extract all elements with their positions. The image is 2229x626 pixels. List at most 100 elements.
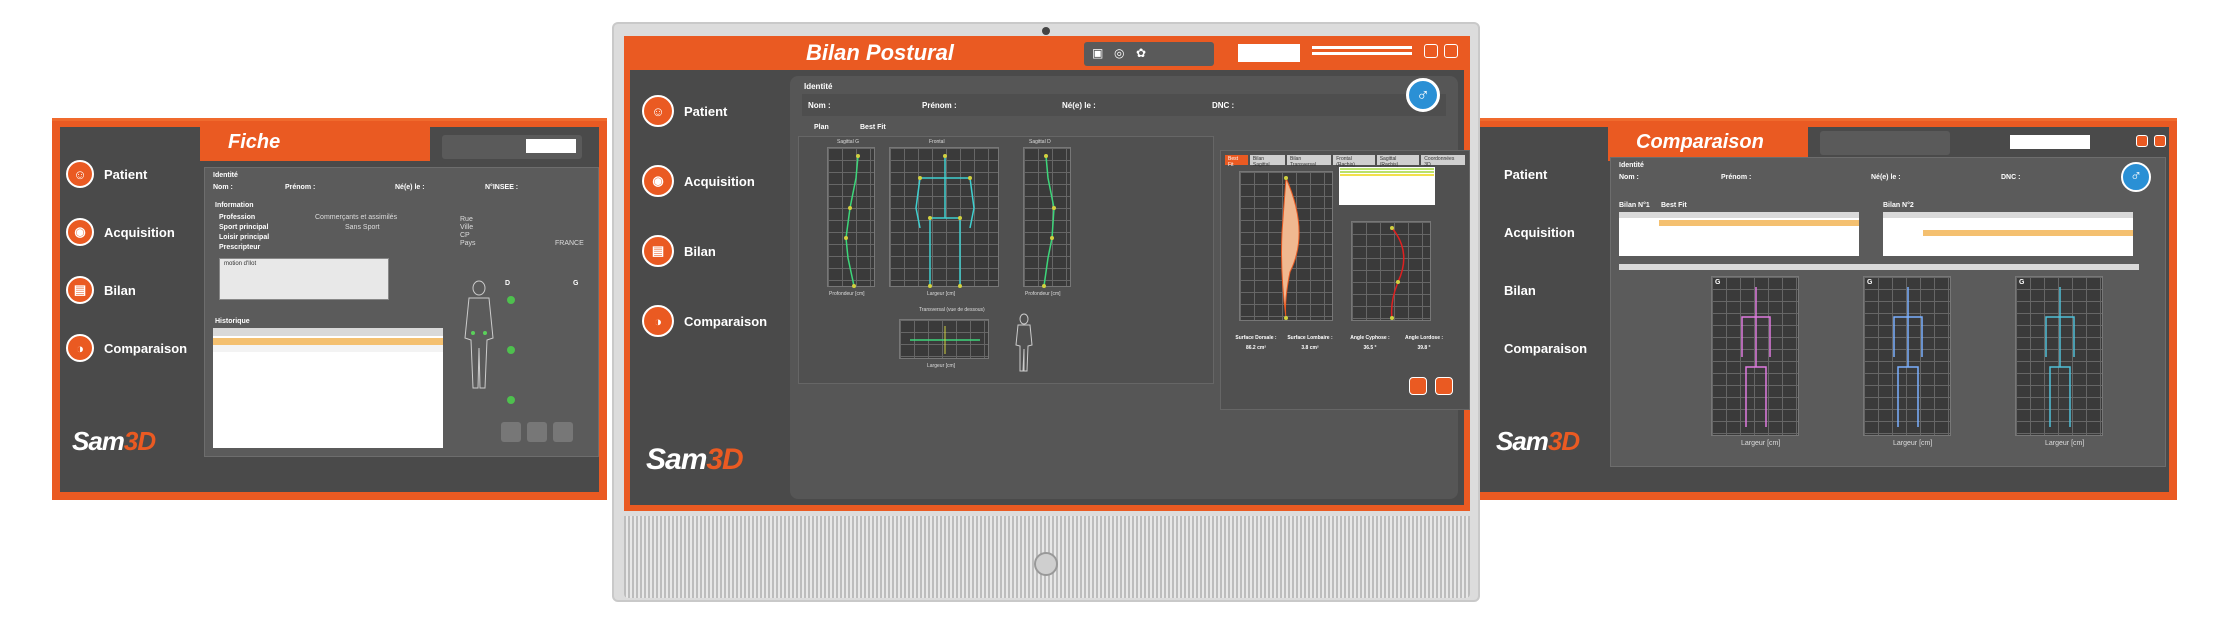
posture-plots: Sagittal G Frontal Sagittal D Profondeur [798,136,1214,384]
center-nav-patient[interactable]: ☺ Patient [634,76,786,146]
history-header [213,328,443,336]
legend-box [1339,167,1435,205]
export-button[interactable] [1435,377,1453,395]
comparison-tabs[interactable] [1619,264,2139,270]
gender-male-icon[interactable]: ♂ [1406,78,1440,112]
right-search-box[interactable] [2010,135,2090,149]
nom-label: Nom : [213,184,233,191]
center-nav-acquisition[interactable]: ◉ Acquisition [634,146,786,216]
center-logo: Sam3D [646,443,744,476]
nav-label: Comparaison [104,340,188,356]
bilan1-table[interactable] [1619,212,1859,256]
history-row-selected[interactable] [213,338,443,345]
bilan2-table[interactable] [1883,212,2133,256]
nav-label: Acquisition [104,224,175,240]
patient-icon: ☺ [642,95,674,127]
right-nav-acquisition[interactable]: Acquisition [1486,203,1606,261]
right-nav-comparaison[interactable]: Comparaison [1486,319,1606,377]
surface-lombaire-value: 3.8 cm² [1301,345,1319,351]
history-table[interactable] [213,328,443,448]
gender-male-icon[interactable]: ♂ [2121,162,2151,192]
spine-analysis: Best Fit Bilan Sagittal Bilan Transversa… [1220,150,1470,410]
center-search-box[interactable] [1238,44,1300,62]
identity-bar: Nom : Prénom : Né(e) le : DNC : [802,94,1446,116]
action-button[interactable] [527,422,547,442]
status-led [507,346,515,354]
print-button[interactable] [1409,377,1427,395]
right-title: Comparaison [1608,127,1808,161]
bestfit-checkbox[interactable]: Best Fit [860,124,886,131]
d-label: D [505,280,511,287]
xlabel: Largeur [cm] [1741,440,1781,447]
prescripteur-label: Prescripteur [219,244,261,251]
left-sidebar: ☺ Patient ◉ Acquisition ▤ Bilan ◑ Comparaiso… [66,145,198,474]
bilan2-label: Bilan N°2 [1883,202,1914,209]
network-icon: ▣ [1092,46,1104,60]
patient-icon: ☺ [66,160,94,188]
left-nav-acquisition[interactable]: ◉ Acquisition [66,203,198,261]
left-nav-comparaison[interactable]: ◑ Comparaison [66,319,198,377]
xlabel: Largeur [cm] [1893,440,1933,447]
nav-label: Bilan [104,282,136,298]
motif-text: motion d'Ilot [224,261,257,267]
plan-tab[interactable]: Plan [814,124,829,131]
sagittal-right-plot [1023,147,1071,288]
dnc-label: DNC : [2001,174,2021,181]
center-app-body: ☺ Patient ◉ Acquisition ▤ Bilan ◑ Comparaiso… [630,70,1470,505]
left-nav-patient[interactable]: ☺ Patient [66,145,198,203]
profession-label: Profession [219,214,256,221]
progress-line [1312,46,1412,49]
compare-icon: ◑ [66,334,94,362]
compare-plot-1: G [1711,276,1799,436]
left-logo: Sam3D [72,426,156,456]
close-icon[interactable] [1444,44,1458,58]
transversal-plot [899,319,989,359]
compare-icon: ◑ [642,305,674,337]
bilan1-label: Bilan N°1 [1619,202,1650,209]
camera-device-icon: ◎ [1114,46,1125,60]
dob-label: Né(e) le : [1871,174,1901,181]
profession-value: Commerçants et assimilés [315,214,398,221]
sport-value: Sans Sport [345,224,380,231]
right-nav-bilan[interactable]: Bilan [1486,261,1606,319]
surface-lombaire-label: Surface Lombaire : [1287,335,1333,341]
close-icon[interactable] [2154,135,2166,147]
loisir-label: Loisir principal [219,234,270,241]
promo-composite: ☺ Patient ◉ Acquisition ▤ Bilan ◑ Comparaiso… [0,0,2229,626]
frontal-spine-plot [1351,221,1431,321]
power-button[interactable] [1034,552,1058,576]
motif-box[interactable]: motion d'Ilot [219,258,389,300]
left-app-window: ☺ Patient ◉ Acquisition ▤ Bilan ◑ Comparaiso… [52,118,607,500]
right-app-body: Patient Acquisition Bilan Comparaison Sa… [1480,127,2169,492]
compare-plot-3: G [2015,276,2103,436]
action-button[interactable] [553,422,573,442]
settings-icon[interactable] [2136,135,2148,147]
right-sidebar: Patient Acquisition Bilan Comparaison Sa… [1486,145,1606,474]
spine-tabs[interactable]: Best Fit Bilan Sagittal Bilan Transversa… [1225,155,1465,168]
identity-tab: Identité [213,172,238,179]
history-row[interactable] [213,345,443,352]
action-button[interactable] [501,422,521,442]
angle-lordose-value: 39.8 ° [1417,345,1431,351]
right-logo: Sam3D [1496,426,1580,456]
left-bottom-buttons [501,422,595,450]
left-nav-bilan[interactable]: ▤ Bilan [66,261,198,319]
prenom-label: Prénom : [285,184,316,191]
history-tab: Historique [215,318,250,325]
left-search-box[interactable] [526,139,576,153]
info-tab: Information [215,202,254,209]
identity-tab: Identité [1619,162,1644,169]
surface-dorsale-value: 86.2 cm² [1245,345,1266,351]
webcam-icon [1042,27,1050,35]
insee-label: N°INSEE : [485,184,519,191]
settings-icon[interactable] [1424,44,1438,58]
palette-icon: ✿ [1136,46,1147,60]
right-nav-patient[interactable]: Patient [1486,145,1606,203]
center-nav-bilan[interactable]: ▤ Bilan [634,216,786,286]
bestfit-label: Best Fit [1661,202,1687,209]
nom-label: Nom : [1619,174,1639,181]
camera-icon: ◉ [66,218,94,246]
center-nav-comparaison[interactable]: ◑ Comparaison [634,286,786,356]
addr-cp: CP [460,232,470,239]
sagittal-spine-plot [1239,171,1333,321]
